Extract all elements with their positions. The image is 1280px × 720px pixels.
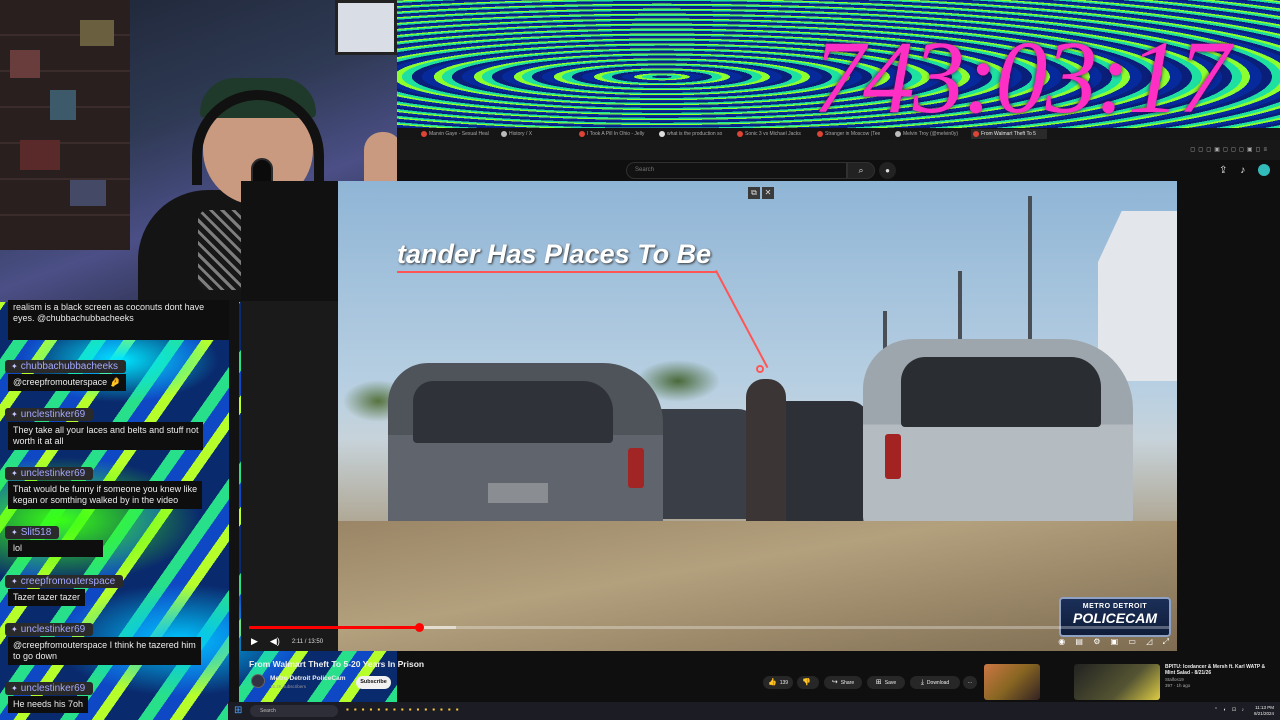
miniplayer-icon[interactable]: ▣ [1111, 637, 1119, 646]
chat-username: ✦ chubbachubbacheeks [5, 360, 127, 373]
chat-message: @creepfromouterspace I think he tazered … [8, 637, 201, 665]
thumbs-down-icon: 👎 [802, 679, 811, 686]
settings-icon[interactable]: ⚙ [1093, 637, 1100, 646]
upload-icon[interactable]: ⇪ [1219, 165, 1227, 176]
badge-icon: ✦ [11, 469, 18, 478]
chat-message-partial: realism is a black screen as coconuts do… [8, 300, 230, 340]
mic-icon[interactable]: ● [879, 162, 896, 179]
download-button[interactable]: ⤓ Download [910, 676, 960, 689]
windows-start-icon[interactable]: ⊞ [234, 705, 242, 716]
close-icon[interactable]: ✕ [762, 187, 774, 199]
address-bar: ◻◻◻▣◻◻◻▣◻≡ [397, 140, 1280, 160]
more-button[interactable]: ... [963, 676, 977, 689]
video-player[interactable]: tander Has Places To Be ⧉ ✕ METRO DETROIT… [241, 181, 1177, 651]
chat-message: They take all your laces and belts and s… [8, 422, 204, 450]
dislike-button[interactable]: 👎 [797, 676, 819, 689]
browser-tab[interactable]: what is the production so [657, 129, 731, 139]
video-title: From Walmart Theft To 5-20 Years In Pris… [249, 659, 425, 669]
thumbs-up-icon: 👍 [767, 679, 777, 686]
suggested-title[interactable]: BPITU: Icedancer & Mersh ft. Karl WATP &… [1165, 664, 1275, 676]
badge-icon: ✦ [11, 577, 18, 586]
progress-bar[interactable] [249, 623, 1169, 632]
browser-tab[interactable]: Sonic 3 vs Michael Jacks [735, 129, 811, 139]
player-controls-left: ▶ ◀) 2:11 / 13:50 [251, 636, 323, 647]
pip-icon[interactable]: ⧉ [748, 187, 760, 199]
chat-username: ✦ unclestinker69 [5, 408, 94, 421]
browser-tab[interactable]: I Took A Pill In Ohio - Jelly [577, 129, 653, 139]
stream-chat: realism is a black screen as coconuts do… [0, 300, 240, 720]
fullscreen-icon[interactable]: ⤢ [1163, 637, 1169, 646]
chat-username: ✦ unclestinker69 [5, 467, 94, 480]
browser-tab[interactable]: Melvin Troy (@melvin0y) [893, 129, 967, 139]
suggested-thumbnail[interactable] [984, 664, 1040, 700]
progress-played [249, 626, 420, 629]
save-button[interactable]: ⊞ Save [867, 676, 905, 689]
bell-icon[interactable]: ♪ [1240, 165, 1245, 176]
chat-message: Tazer tazer tazer [8, 589, 86, 606]
stream-banner: 743:03:17 [397, 0, 1280, 128]
search-icon[interactable]: ⌕ [847, 162, 875, 179]
suggested-thumbnail[interactable] [1074, 664, 1160, 700]
badge-icon: ✦ [11, 410, 18, 419]
chat-message: He needs his 7oh [8, 696, 89, 713]
browser-tab-active[interactable]: From Walmart Theft To 5 [971, 129, 1047, 139]
chat-message: That would be funny if someone you knew … [8, 481, 203, 509]
theater-icon[interactable]: ▭ [1128, 637, 1136, 646]
captions-icon[interactable]: ▤ [1075, 637, 1083, 646]
browser-tab[interactable]: Stranger in Moscow (Tee [815, 129, 889, 139]
chat-username: ✦ Slit518 [5, 526, 60, 539]
video-overlay-title: tander Has Places To Be [397, 239, 712, 269]
avatar[interactable] [1258, 164, 1270, 176]
taskbar-app-icons[interactable]: ▪▪▪▪▪▪▪▪▪▪▪▪▪▪▪ [346, 705, 464, 714]
chat-username: ✦ unclestinker69 [5, 682, 94, 695]
download-icon: ⤓ [920, 679, 924, 686]
subscribe-button[interactable]: Subscribe [356, 676, 391, 689]
youtube-header: Search ⌕ ● ⇪ ♪ [397, 160, 1280, 182]
chat-username: ✦ creepfromouterspace [5, 575, 124, 588]
volume-icon[interactable]: ◀) [270, 636, 280, 647]
annotation-line [397, 271, 717, 273]
channel-name[interactable]: Metro Detroit PoliceCam [270, 675, 346, 682]
annotation-dot [756, 365, 764, 373]
like-button[interactable]: 👍 139 [763, 676, 793, 689]
stream-timer: 743:03:17 [812, 20, 1230, 129]
chat-username: ✦ unclestinker69 [5, 623, 94, 636]
bookmark-icon: ⊞ [875, 679, 882, 686]
browser-tab[interactable]: Marvin Gaye - Sexual Heal [419, 129, 491, 139]
badge-icon: ✦ [11, 528, 18, 537]
video-overlay-buttons: ⧉ ✕ [748, 187, 776, 199]
subscriber-count: 16.2K subscribers [270, 684, 307, 689]
taskbar: ⊞ Search ▪▪▪▪▪▪▪▪▪▪▪▪▪▪▪ ⌃ ◐ ⊡ ♪ 11:13 P… [228, 702, 1280, 720]
cast-icon[interactable]: ◿ [1146, 637, 1152, 646]
channel-watermark-logo: METRO DETROIT POLICECAM [1059, 597, 1171, 637]
cam-shelf [0, 0, 130, 250]
share-icon: ↪ [831, 679, 838, 686]
play-icon[interactable]: ▶ [251, 636, 258, 647]
badge-icon: ✦ [11, 684, 18, 693]
badge-icon: ✦ [11, 362, 18, 371]
chat-message: @creepfromouterspace 🤌 [8, 374, 126, 391]
autoplay-toggle[interactable]: ◉ [1058, 637, 1065, 646]
chat-sidebar [229, 300, 239, 720]
system-tray-icons[interactable]: ⌃ ◐ ⊡ ♪ [1214, 707, 1246, 713]
time-display: 2:11 / 13:50 [291, 638, 324, 645]
badge-icon: ✦ [11, 625, 18, 634]
search-input[interactable]: Search [626, 162, 847, 179]
channel-avatar[interactable] [251, 674, 265, 688]
header-actions: ⇪ ♪ [1209, 164, 1270, 176]
chat-message: lol [8, 540, 103, 557]
tab-bar: Marvin Gaye - Sexual Heal History / X I … [397, 128, 1280, 140]
player-controls-right: ◉ ▤ ⚙ ▣ ▭ ◿ ⤢ [1050, 637, 1169, 647]
suggested-meta: Stalfos19 397 · 1h ago [1165, 677, 1191, 688]
browser-tab[interactable]: History / X [499, 129, 549, 139]
taskbar-clock: 11:13 PM 8/21/2024 [1253, 705, 1274, 716]
share-button[interactable]: ↪ Share [824, 676, 862, 689]
taskbar-search[interactable]: Search [250, 705, 338, 717]
toolbar-icons[interactable]: ◻◻◻▣◻◻◻▣◻≡ [1190, 146, 1270, 153]
